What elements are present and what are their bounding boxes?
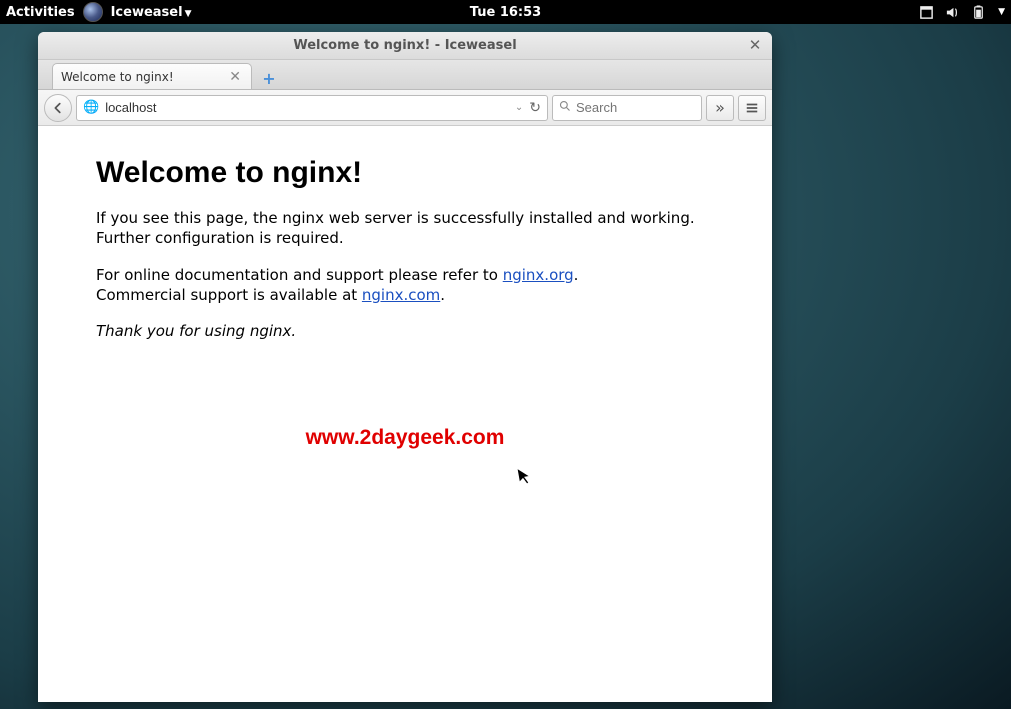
activities-button[interactable]: Activities [6,5,75,20]
tab-strip: Welcome to nginx! ✕ + [38,60,772,90]
chevron-double-right-icon: » [715,98,725,117]
urlbar-dropdown-icon[interactable]: ⌄ [515,102,523,113]
window-close-button[interactable]: ✕ [746,36,764,54]
nginx-org-link[interactable]: nginx.org [503,266,574,284]
toolbar-overflow-button[interactable]: » [706,95,734,121]
navigation-toolbar: 🌐 ⌄ ↻ » [38,90,772,126]
back-button[interactable] [44,94,72,122]
arrow-left-icon [51,101,65,115]
tab-title: Welcome to nginx! [61,70,174,84]
page-content-area: Welcome to nginx! If you see this page, … [38,126,772,702]
hamburger-icon [745,101,759,115]
globe-icon: 🌐 [83,100,99,115]
reload-button[interactable]: ↻ [529,100,541,116]
page-paragraph-1: If you see this page, the nginx web serv… [96,208,714,249]
browser-tab[interactable]: Welcome to nginx! ✕ [52,63,252,89]
hamburger-menu-button[interactable] [738,95,766,121]
search-icon [559,100,571,116]
page-heading: Welcome to nginx! [96,156,714,190]
page-thanks: Thank you for using nginx. [96,321,714,341]
window-titlebar[interactable]: Welcome to nginx! - Iceweasel ✕ [38,32,772,60]
window-title: Welcome to nginx! - Iceweasel [293,38,516,53]
volume-icon[interactable] [944,4,960,20]
system-menu-chevron-icon[interactable]: ▼ [998,7,1005,17]
mouse-cursor-icon [516,465,536,492]
clock[interactable]: Tue 16:53 [470,5,541,20]
page-paragraph-2: For online documentation and support ple… [96,265,714,306]
url-input[interactable] [105,100,511,115]
browser-window: Welcome to nginx! - Iceweasel ✕ Welcome … [38,32,772,702]
new-tab-button[interactable]: + [256,67,282,89]
gnome-top-panel: Activities Iceweasel▼ Tue 16:53 ▼ [0,0,1011,24]
chevron-down-icon: ▼ [185,9,192,19]
nginx-com-link[interactable]: nginx.com [362,286,440,304]
search-bar[interactable] [552,95,702,121]
app-menu-button[interactable]: Iceweasel▼ [111,5,192,20]
url-bar[interactable]: 🌐 ⌄ ↻ [76,95,548,121]
watermark-text: www.2daygeek.com [306,426,505,450]
iceweasel-app-icon[interactable] [83,2,103,22]
battery-icon[interactable] [970,4,986,20]
tab-close-button[interactable]: ✕ [227,69,243,85]
window-restore-icon[interactable] [918,4,934,20]
